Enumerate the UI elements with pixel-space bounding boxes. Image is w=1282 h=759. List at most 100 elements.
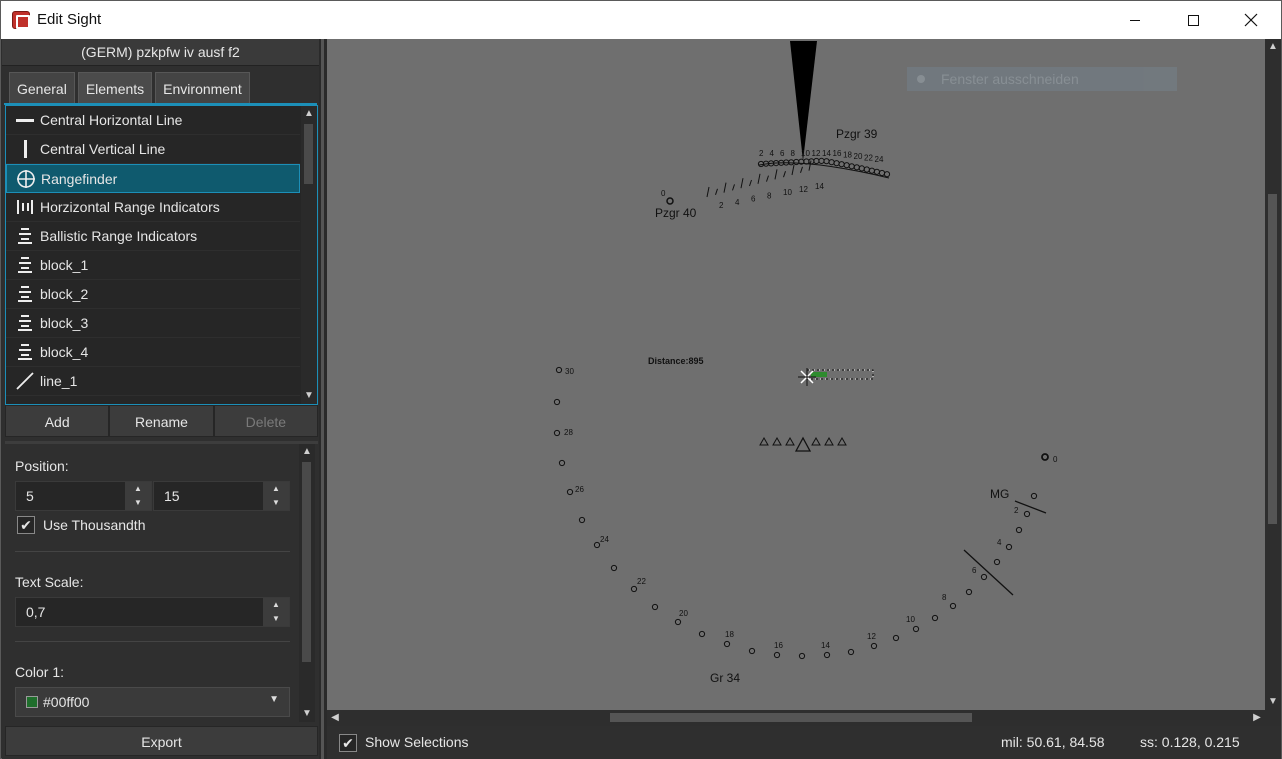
pzgr39-dot bbox=[823, 158, 830, 165]
export-button[interactable]: Export bbox=[5, 726, 318, 756]
spin-down-icon[interactable]: ▼ bbox=[263, 612, 289, 626]
properties-scrollbar[interactable]: ▲ ▼ bbox=[299, 444, 315, 722]
spin-up-icon[interactable]: ▲ bbox=[263, 598, 289, 612]
canvas-vscroll-thumb[interactable] bbox=[1268, 194, 1277, 524]
gr34-tick-label: 20 bbox=[679, 609, 688, 618]
pzgr39-dot bbox=[858, 165, 865, 172]
sight-canvas[interactable]: Pzgr 39 2 4 6 8 10 12 14 16 18 20 22 24 2 4 6 8 10 12 14 … bbox=[327, 39, 1265, 710]
scroll-up-icon[interactable]: ▲ bbox=[301, 106, 317, 122]
mg-line-short bbox=[1014, 500, 1047, 514]
pzgr40-tick bbox=[706, 186, 710, 198]
position-x-spinner[interactable]: 5 ▲ ▼ bbox=[15, 481, 152, 511]
scroll-right-icon[interactable]: ▶ bbox=[1249, 710, 1265, 726]
gr34-tick-labels: 3028262422201816 14121086420 bbox=[564, 367, 1058, 650]
gr34-tick-label: 10 bbox=[906, 615, 915, 624]
gr34-dot bbox=[674, 618, 682, 626]
pzgr40-zero-label: 0 bbox=[661, 189, 666, 198]
app-icon bbox=[12, 11, 30, 29]
add-button[interactable]: Add bbox=[5, 405, 110, 437]
scroll-down-icon[interactable]: ▼ bbox=[301, 388, 317, 404]
maximize-icon bbox=[1187, 14, 1199, 26]
pzgr39-dot bbox=[793, 158, 800, 166]
splitter-handle[interactable] bbox=[321, 39, 324, 759]
gr34-label: Gr 34 bbox=[710, 671, 740, 685]
scroll-up-icon[interactable]: ▲ bbox=[1265, 39, 1281, 55]
spin-up-icon[interactable]: ▲ bbox=[263, 482, 289, 496]
scroll-down-icon[interactable]: ▼ bbox=[299, 706, 315, 722]
pzgr39-dot bbox=[808, 158, 815, 165]
color1-dropdown[interactable]: #00ff00 ▼ bbox=[15, 687, 290, 717]
horizontal-line-icon bbox=[14, 110, 36, 130]
gr34-dot bbox=[630, 585, 638, 593]
use-thousandth-checkbox[interactable]: ✔ bbox=[17, 516, 35, 534]
gr34-tick-label: 28 bbox=[564, 428, 573, 437]
list-item[interactable]: Central Vertical Line bbox=[6, 135, 300, 164]
minimize-button[interactable] bbox=[1106, 1, 1164, 39]
pzgr40-label: Pzgr 40 bbox=[655, 206, 697, 220]
stacked-lines-icon bbox=[14, 284, 36, 304]
gr34-dot bbox=[558, 459, 566, 467]
pzgr40-tick-label: 4 bbox=[735, 198, 740, 207]
pzgr40-tick bbox=[757, 173, 761, 184]
list-item[interactable]: block_3 bbox=[6, 309, 300, 338]
scroll-up-icon[interactable]: ▲ bbox=[299, 444, 315, 460]
spin-down-icon[interactable]: ▼ bbox=[263, 496, 289, 510]
tab-general[interactable]: General bbox=[9, 72, 75, 104]
list-item[interactable]: block_4 bbox=[6, 338, 300, 367]
list-item[interactable]: block_2 bbox=[6, 280, 300, 309]
pzgr40-tick bbox=[766, 175, 769, 182]
elements-list[interactable]: Central Horizontal Line Central Vertical… bbox=[5, 105, 318, 405]
maximize-button[interactable] bbox=[1164, 1, 1222, 39]
gr34-tick-label: 22 bbox=[637, 577, 646, 586]
position-y-value: 15 bbox=[164, 488, 180, 504]
canvas-hscroll-thumb[interactable] bbox=[610, 713, 972, 722]
pzgr39-dot bbox=[818, 157, 825, 164]
list-item[interactable]: Ballistic Range Indicators bbox=[6, 222, 300, 251]
tab-environment[interactable]: Environment bbox=[155, 72, 250, 104]
pzgr39-tick-label: 16 bbox=[833, 149, 842, 158]
pzgr40-tick-label: 2 bbox=[719, 201, 724, 210]
canvas-vertical-scrollbar[interactable]: ▲ ▼ bbox=[1265, 39, 1281, 710]
stacked-lines-icon bbox=[14, 226, 36, 246]
color1-label: Color 1: bbox=[15, 664, 65, 680]
list-item[interactable]: line_1 bbox=[6, 367, 300, 396]
divider bbox=[15, 551, 290, 552]
list-item[interactable]: Central Horizontal Line bbox=[6, 106, 300, 135]
gr34-tick-label: 12 bbox=[867, 632, 876, 641]
scroll-down-icon[interactable]: ▼ bbox=[1265, 694, 1281, 710]
rename-button[interactable]: Rename bbox=[109, 405, 214, 437]
position-y-spinner[interactable]: 15 ▲ ▼ bbox=[153, 481, 290, 511]
gr34-tick-label: 0 bbox=[1053, 455, 1058, 464]
show-selections-checkbox[interactable]: ✔ bbox=[339, 734, 357, 752]
spin-down-icon[interactable]: ▼ bbox=[125, 496, 151, 510]
tab-elements[interactable]: Elements bbox=[77, 72, 153, 104]
gr34-tick-label: 4 bbox=[997, 538, 1002, 547]
delete-button[interactable]: Delete bbox=[213, 405, 318, 437]
gr34-dot bbox=[965, 588, 973, 596]
spin-up-icon[interactable]: ▲ bbox=[125, 482, 151, 496]
list-item-label: Ballistic Range Indicators bbox=[40, 228, 198, 244]
list-item[interactable]: Horzizontal Range Indicators bbox=[6, 193, 300, 222]
pzgr39-dot bbox=[843, 162, 850, 169]
pzgr39-dot bbox=[853, 164, 860, 171]
gr34-tick-label: 2 bbox=[1014, 506, 1019, 515]
gr34-dot bbox=[993, 558, 1001, 566]
list-scroll-thumb[interactable] bbox=[304, 124, 313, 184]
text-scale-spinner[interactable]: 0,7 ▲ ▼ bbox=[15, 597, 290, 627]
scroll-left-icon[interactable]: ◀ bbox=[327, 710, 343, 726]
pzgr40-tick bbox=[723, 182, 727, 193]
canvas-horizontal-scrollbar[interactable]: ◀ ▶ bbox=[327, 710, 1265, 726]
list-item-selected[interactable]: Rangefinder bbox=[6, 164, 300, 193]
pointer-marker bbox=[790, 41, 817, 161]
snip-tooltip: Fenster ausschneiden bbox=[907, 67, 1177, 91]
pzgr39-dot bbox=[868, 167, 876, 174]
diagonal-line-icon bbox=[14, 371, 36, 391]
gr34-tick-label: 14 bbox=[821, 641, 830, 650]
mil-coordinates: mil: 50.61, 84.58 bbox=[1001, 734, 1105, 750]
pzgr40-tick-label: 10 bbox=[783, 188, 792, 197]
pzgr39-dot bbox=[833, 160, 840, 167]
list-item[interactable]: block_1 bbox=[6, 251, 300, 280]
close-button[interactable] bbox=[1222, 1, 1280, 39]
properties-scroll-thumb[interactable] bbox=[302, 462, 311, 662]
list-scrollbar[interactable]: ▲ ▼ bbox=[301, 106, 317, 404]
